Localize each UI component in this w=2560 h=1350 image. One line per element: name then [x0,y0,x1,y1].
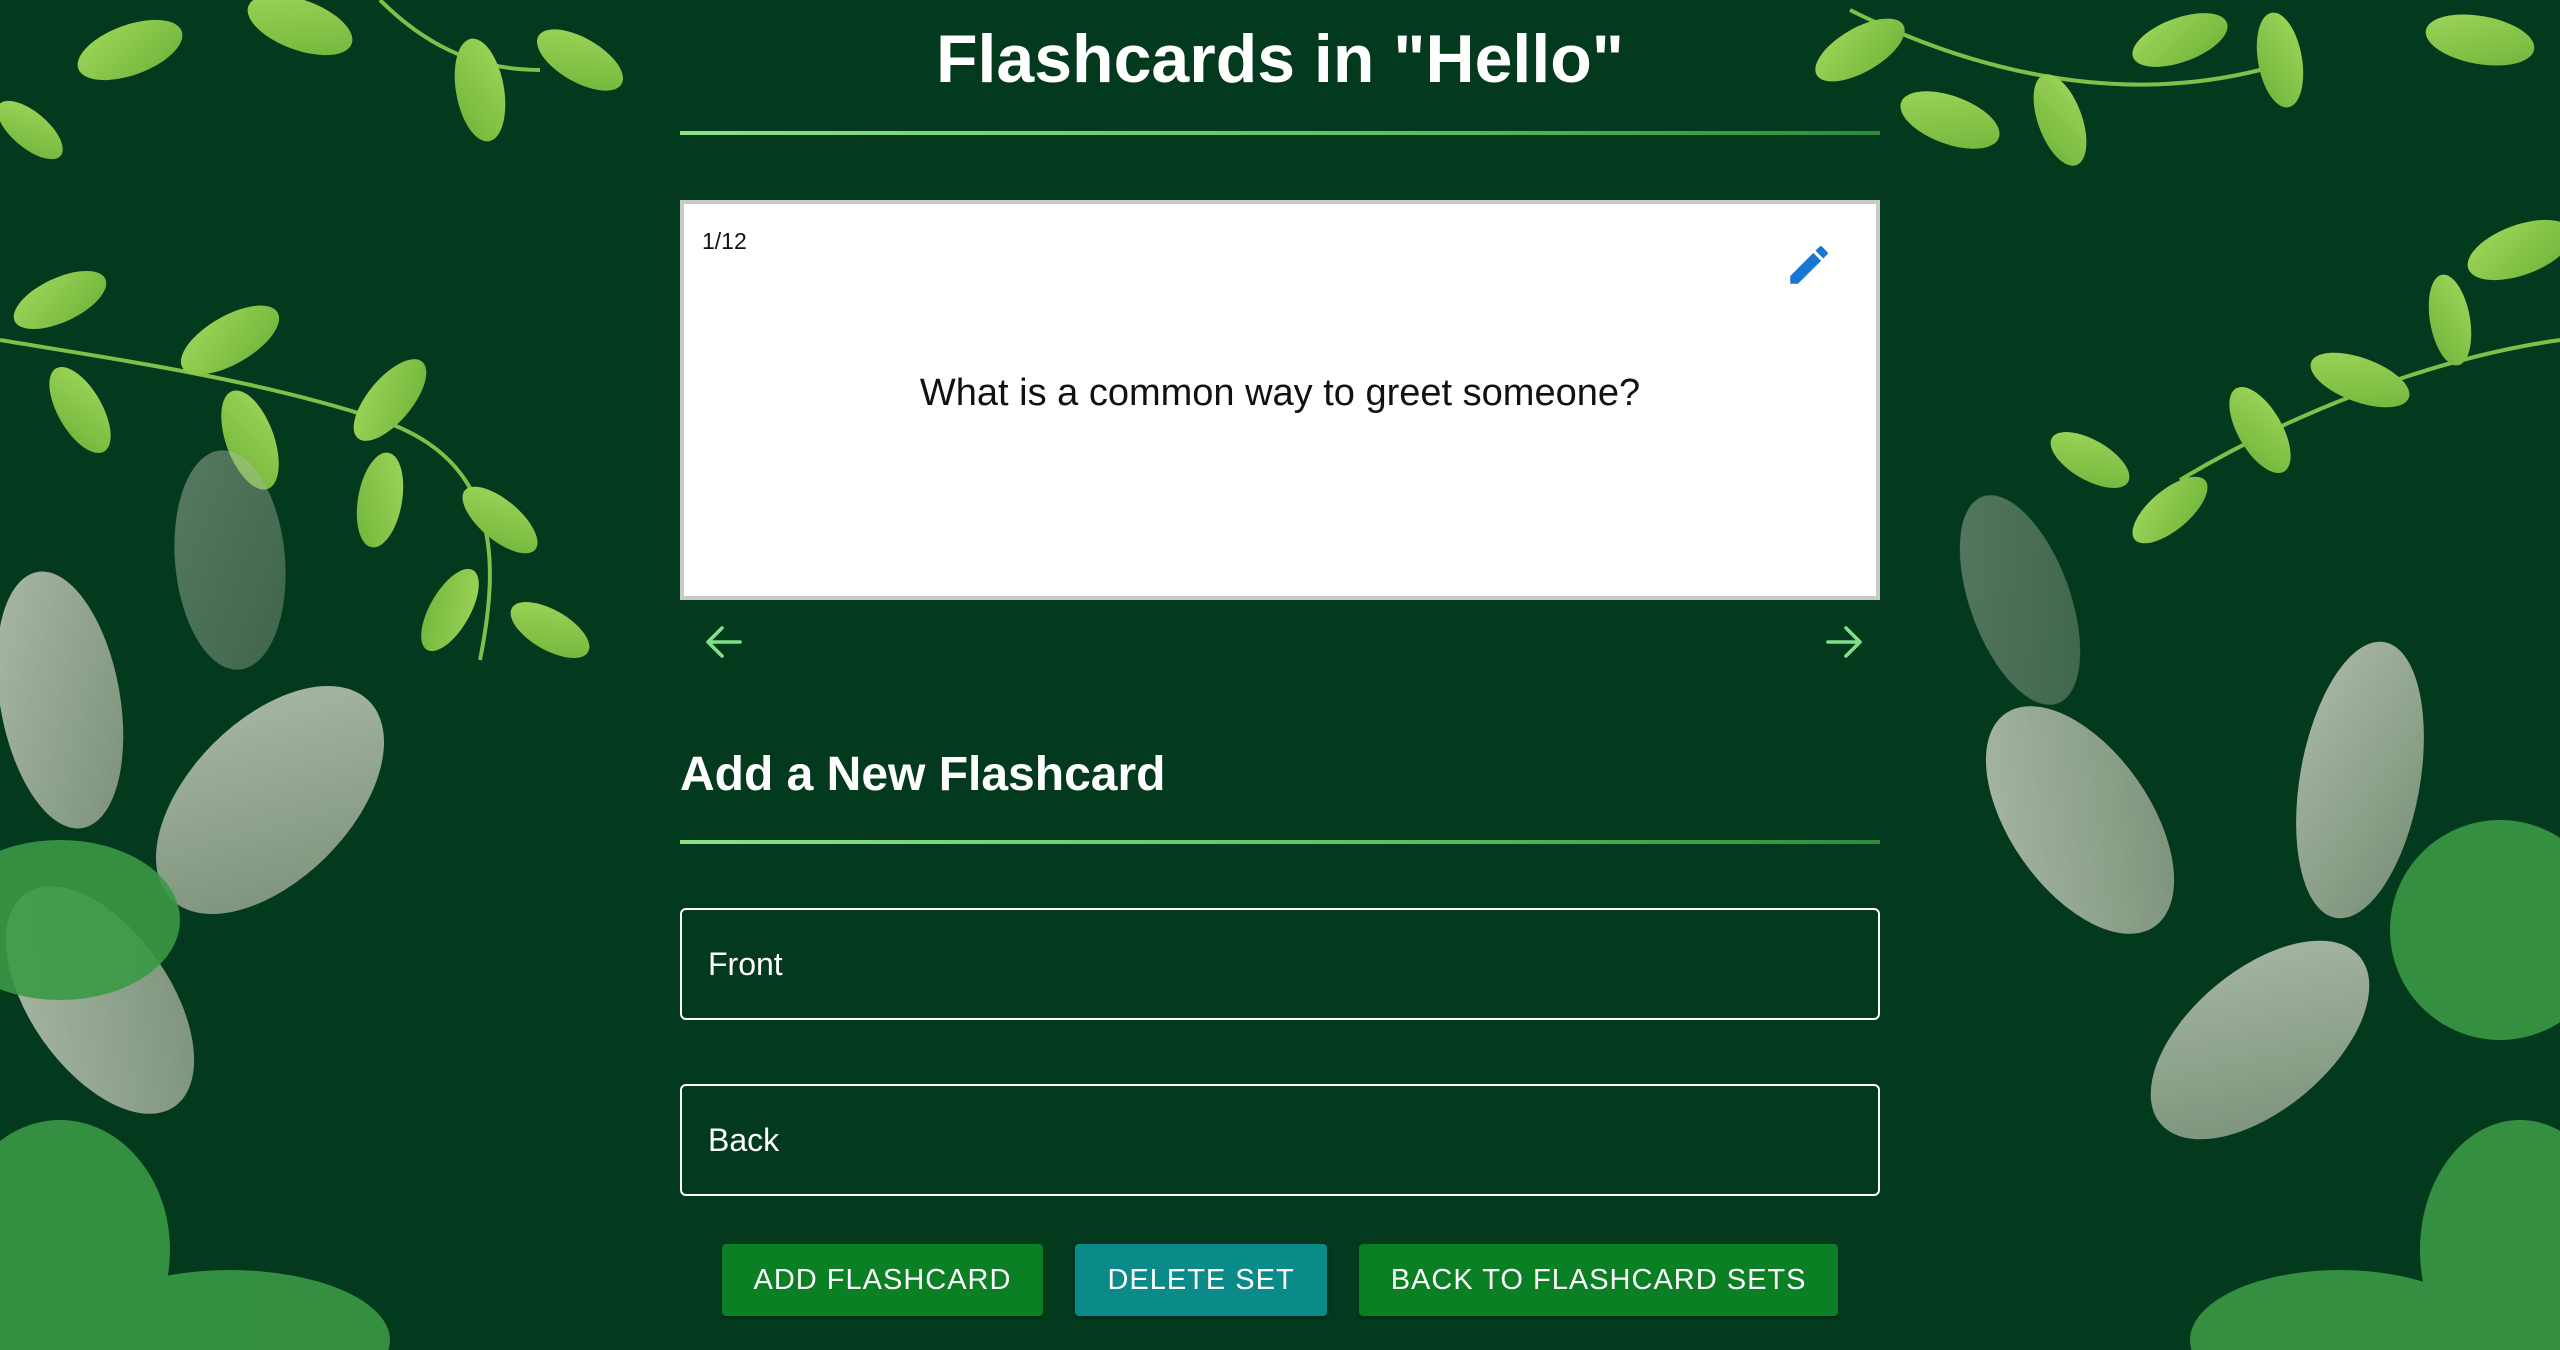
add-flashcard-heading: Add a New Flashcard [680,748,1166,801]
card-counter: 1/12 [702,228,747,254]
pencil-icon [1790,246,1828,284]
delete-set-button[interactable]: DELETE SET [1075,1244,1327,1316]
add-flashcard-button[interactable]: ADD FLASHCARD [721,1244,1044,1316]
edit-button[interactable] [1784,240,1834,290]
arrow-right-icon [1826,626,1862,658]
back-input[interactable] [680,1084,1880,1196]
back-to-sets-button[interactable]: BACK TO FLASHCARD SETS [1358,1244,1839,1316]
card-question: What is a common way to greet someone? [919,372,1641,414]
arrow-left-icon [706,626,742,658]
front-input[interactable] [680,908,1880,1020]
action-buttons: ADD FLASHCARD DELETE SET BACK TO FLASHCA… [680,1244,1880,1316]
page-title: Flashcards in "Hello" [935,21,1624,97]
title-divider [680,131,1880,135]
flashcard[interactable]: 1/12 What is a common way to greet someo… [680,200,1880,600]
section-divider [680,840,1880,844]
next-card-button[interactable] [1820,618,1868,666]
previous-card-button[interactable] [700,618,748,666]
page: Flashcards in "Hello" 1/12 What is a com… [0,0,2560,1350]
